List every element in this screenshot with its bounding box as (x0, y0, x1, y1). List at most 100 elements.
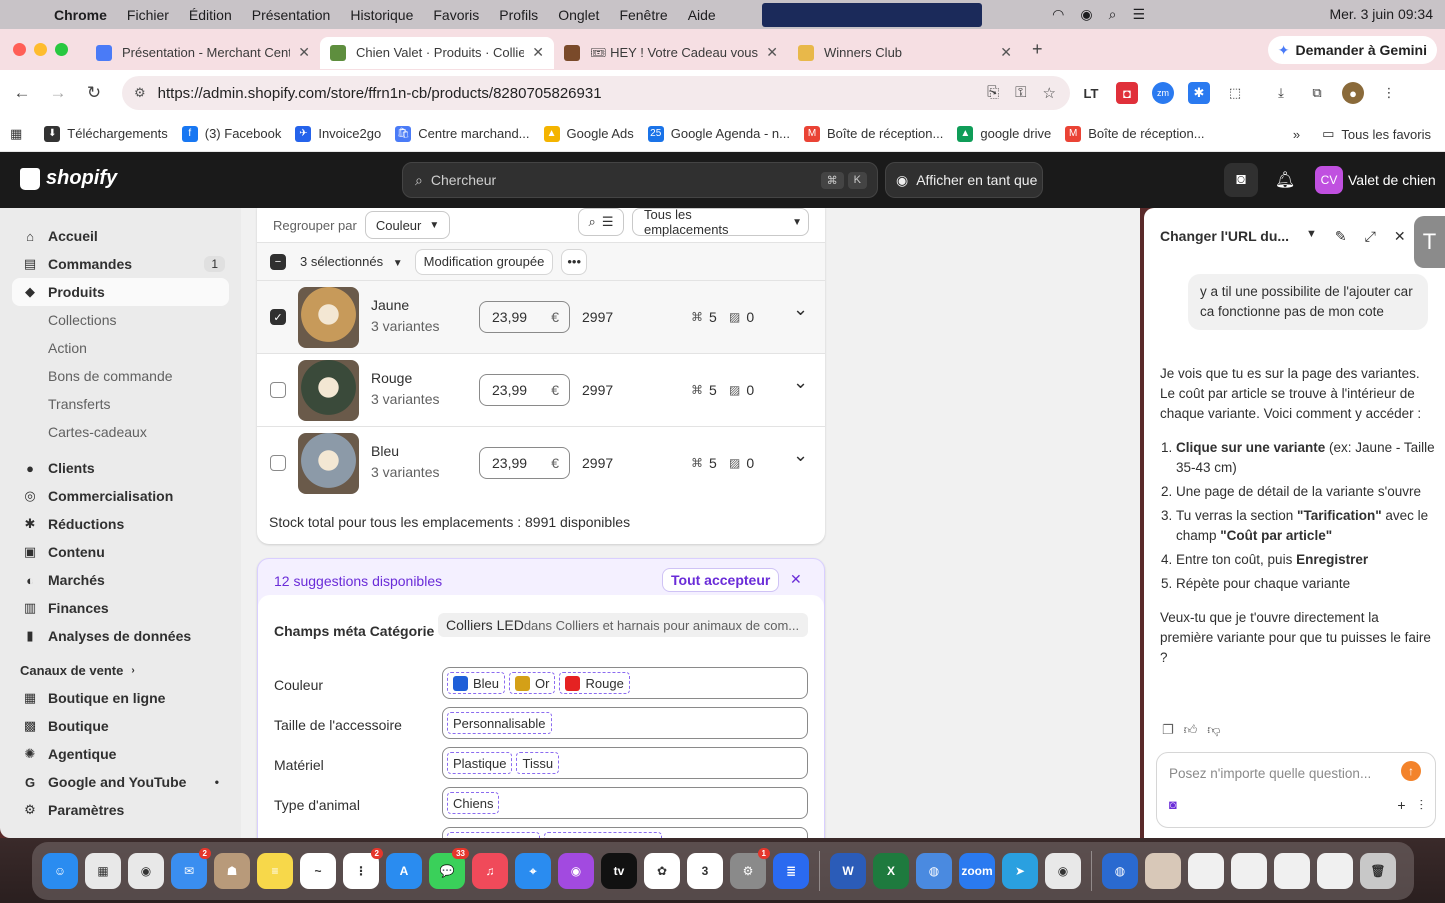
dock-app-mail[interactable]: ✉ 2 (171, 848, 211, 889)
close-icon[interactable]: ✕ (532, 44, 544, 61)
sidebar-item[interactable]: ◆ Produits (12, 278, 229, 306)
menu-item[interactable]: Profils (499, 7, 538, 23)
close-icon[interactable]: ✕ (1394, 228, 1406, 245)
sales-channels-header[interactable]: Canaux de vente › (0, 656, 241, 684)
view-as-button[interactable]: ◉ Afficher en tant que (885, 162, 1043, 198)
side-tab-handle[interactable]: T (1414, 216, 1445, 268)
password-key-icon[interactable]: ⚿ (1015, 84, 1026, 102)
menu-item[interactable]: Fenêtre (619, 7, 667, 23)
menu-app-name[interactable]: Chrome (54, 7, 107, 23)
reload-icon[interactable]: ↻ (76, 83, 112, 103)
accept-all-button[interactable]: Tout accepteur (662, 568, 780, 592)
sidebar-item[interactable]: ▮ Analyses de données (0, 622, 241, 650)
dock-app-photos[interactable]: ✿ (644, 853, 680, 889)
menu-item[interactable]: Fichier (127, 7, 169, 23)
dock-app-contacts[interactable]: ☗ (214, 853, 250, 889)
metafield-input[interactable]: RechargeableInamovible intégré (442, 827, 808, 838)
bookmark-item[interactable]: f (3) Facebook (181, 125, 281, 142)
send-icon[interactable]: ↑ (1401, 761, 1421, 781)
dock-app-chrome[interactable]: ◉ (128, 853, 164, 889)
back-icon[interactable]: ← (4, 83, 40, 103)
new-tab-button[interactable]: + (1032, 39, 1043, 60)
thumbs-down-icon[interactable]: 👎︎ (1207, 722, 1220, 738)
suggestion-chip[interactable]: Personnalisable (447, 712, 552, 734)
sidebar-item[interactable]: ▦ Boutique en ligne (0, 684, 241, 712)
dock-app-freeform[interactable]: ~ (300, 853, 336, 889)
dock-app-tv[interactable]: tv (601, 853, 637, 889)
sidebar-item[interactable]: ▤ Commandes 1 (0, 250, 241, 278)
dock-app-settings[interactable]: ⚙ 1 (730, 848, 770, 889)
sidebar-item[interactable]: ✱ Réductions (0, 510, 241, 538)
bookmark-item[interactable]: 🛍 Centre marchand... (395, 125, 530, 142)
control-center-icon[interactable]: ☰ (1132, 6, 1145, 23)
locations-select[interactable]: Tous les emplacements ▼ (632, 208, 809, 237)
suggestion-chip[interactable]: Chiens (447, 792, 500, 814)
variant-thumbnail[interactable] (298, 433, 359, 494)
more-actions-button[interactable]: ••• (561, 248, 588, 275)
notifications-bell-icon[interactable]: 🔔︎ (1268, 163, 1302, 197)
forward-icon[interactable]: → (40, 83, 76, 103)
browser-tab[interactable]: Présentation - Merchant Cent ✕ (86, 37, 320, 69)
dock-app-podcasts[interactable]: ◉ (558, 853, 594, 889)
variant-row[interactable]: Rouge 3 variantes 23,99 €2997 ⌘ 5 ▨ 0 ⌄ (257, 353, 825, 426)
voice-icon[interactable]: ⫶ (1420, 797, 1424, 814)
chat-composer[interactable]: Posez n'importe quelle question... ↑ ◙ +… (1156, 752, 1436, 828)
dock-app-thumb4[interactable] (1274, 853, 1310, 889)
dock-app-telegram[interactable]: ➤ (1002, 853, 1038, 889)
group-by-select[interactable]: Couleur ▼ (364, 211, 451, 239)
chrome-menu-icon[interactable]: ⋮ (1378, 82, 1400, 104)
dock-app-chrome2[interactable]: ◉ (1045, 853, 1081, 889)
variant-price-input[interactable]: 23,99 € (479, 374, 570, 406)
menu-item[interactable]: Historique (350, 7, 413, 23)
browser-tab[interactable]: Winners Club ✕ (788, 37, 1022, 69)
menu-item[interactable]: Favoris (433, 7, 479, 23)
browser-tab[interactable]: Chien Valet · Produits · Collie ✕ (320, 36, 554, 69)
extension-red-icon[interactable]: ◘ (1116, 82, 1138, 104)
suggestion-chip[interactable]: Or (509, 672, 556, 694)
store-name[interactable]: Valet de chien (1348, 172, 1436, 188)
zoom-window-button[interactable] (55, 43, 68, 56)
bookmark-item[interactable]: 25 Google Agenda - n... (647, 125, 790, 142)
bookmark-item[interactable]: ▲ google drive (957, 125, 1051, 142)
sidebar-item[interactable]: ✺ Agentique (0, 740, 241, 768)
dock-app-launchpad[interactable]: ▦ (85, 853, 121, 889)
translate-icon[interactable]: ⎘ (987, 84, 999, 102)
metafield-input[interactable]: Plastique Tissu (442, 747, 808, 779)
bookmark-item[interactable]: M Boîte de réception... (1065, 125, 1205, 142)
site-info-icon[interactable]: ⚙ (134, 85, 146, 101)
expand-icon[interactable]: ⤢ (1365, 228, 1376, 245)
sidebar-item[interactable]: ▩ Boutique (0, 712, 241, 740)
dock-app-globe[interactable]: ◍ (1102, 853, 1138, 889)
chevron-down-icon[interactable]: ▼ (1306, 228, 1317, 245)
metafield-input[interactable]: Chiens (442, 787, 808, 819)
dock-app-finder[interactable]: ☺ (42, 853, 78, 889)
sidebar-subitem[interactable]: Bons de commande (0, 362, 241, 390)
more-bookmarks-icon[interactable]: » (1293, 127, 1300, 142)
chevron-down-icon[interactable]: ⌄ (793, 372, 808, 393)
bookmark-item[interactable]: ⬇ Téléchargements (44, 125, 168, 142)
dock-app-music[interactable]: ♫ (472, 853, 508, 889)
dock-app-thumb3[interactable] (1231, 853, 1267, 889)
search-filter-button[interactable]: ⌕ ☰ (578, 208, 624, 236)
minimize-window-button[interactable] (34, 43, 47, 56)
dock-app-app-blue[interactable]: ◍ (916, 853, 952, 889)
variant-row[interactable]: ✓ Jaune 3 variantes 23,99 €2997 ⌘ 5 ▨ 0 ⌄ (257, 280, 825, 353)
menu-item[interactable]: Édition (189, 7, 232, 23)
bookmark-item[interactable]: ✈ Invoice2go (295, 125, 381, 142)
cast-icon[interactable]: ⧉ (1306, 82, 1328, 104)
close-icon[interactable]: ✕ (790, 571, 802, 588)
sidebar-item[interactable]: ◐ Marchés (0, 566, 241, 594)
sidekick-mode-icon[interactable]: ◙ (1169, 797, 1177, 812)
ask-gemini-button[interactable]: ✦ Demander à Gemini (1267, 36, 1437, 64)
spotlight-icon[interactable]: ⌕ (1109, 6, 1117, 23)
variant-checkbox[interactable] (270, 382, 286, 398)
sidekick-icon[interactable]: ◙ (1224, 163, 1258, 197)
menu-item[interactable]: Présentation (252, 7, 331, 23)
variant-thumbnail[interactable] (298, 287, 359, 348)
all-bookmarks-button[interactable]: ▭ Tous les favoris (1322, 126, 1431, 142)
close-icon[interactable]: ✕ (298, 44, 310, 61)
chevron-down-icon[interactable]: ⌄ (793, 299, 808, 320)
dock-app-messages[interactable]: 💬 33 (429, 848, 469, 889)
sidebar-subitem[interactable]: Collections (0, 306, 241, 334)
user-icon[interactable]: ◉ (1080, 6, 1092, 23)
